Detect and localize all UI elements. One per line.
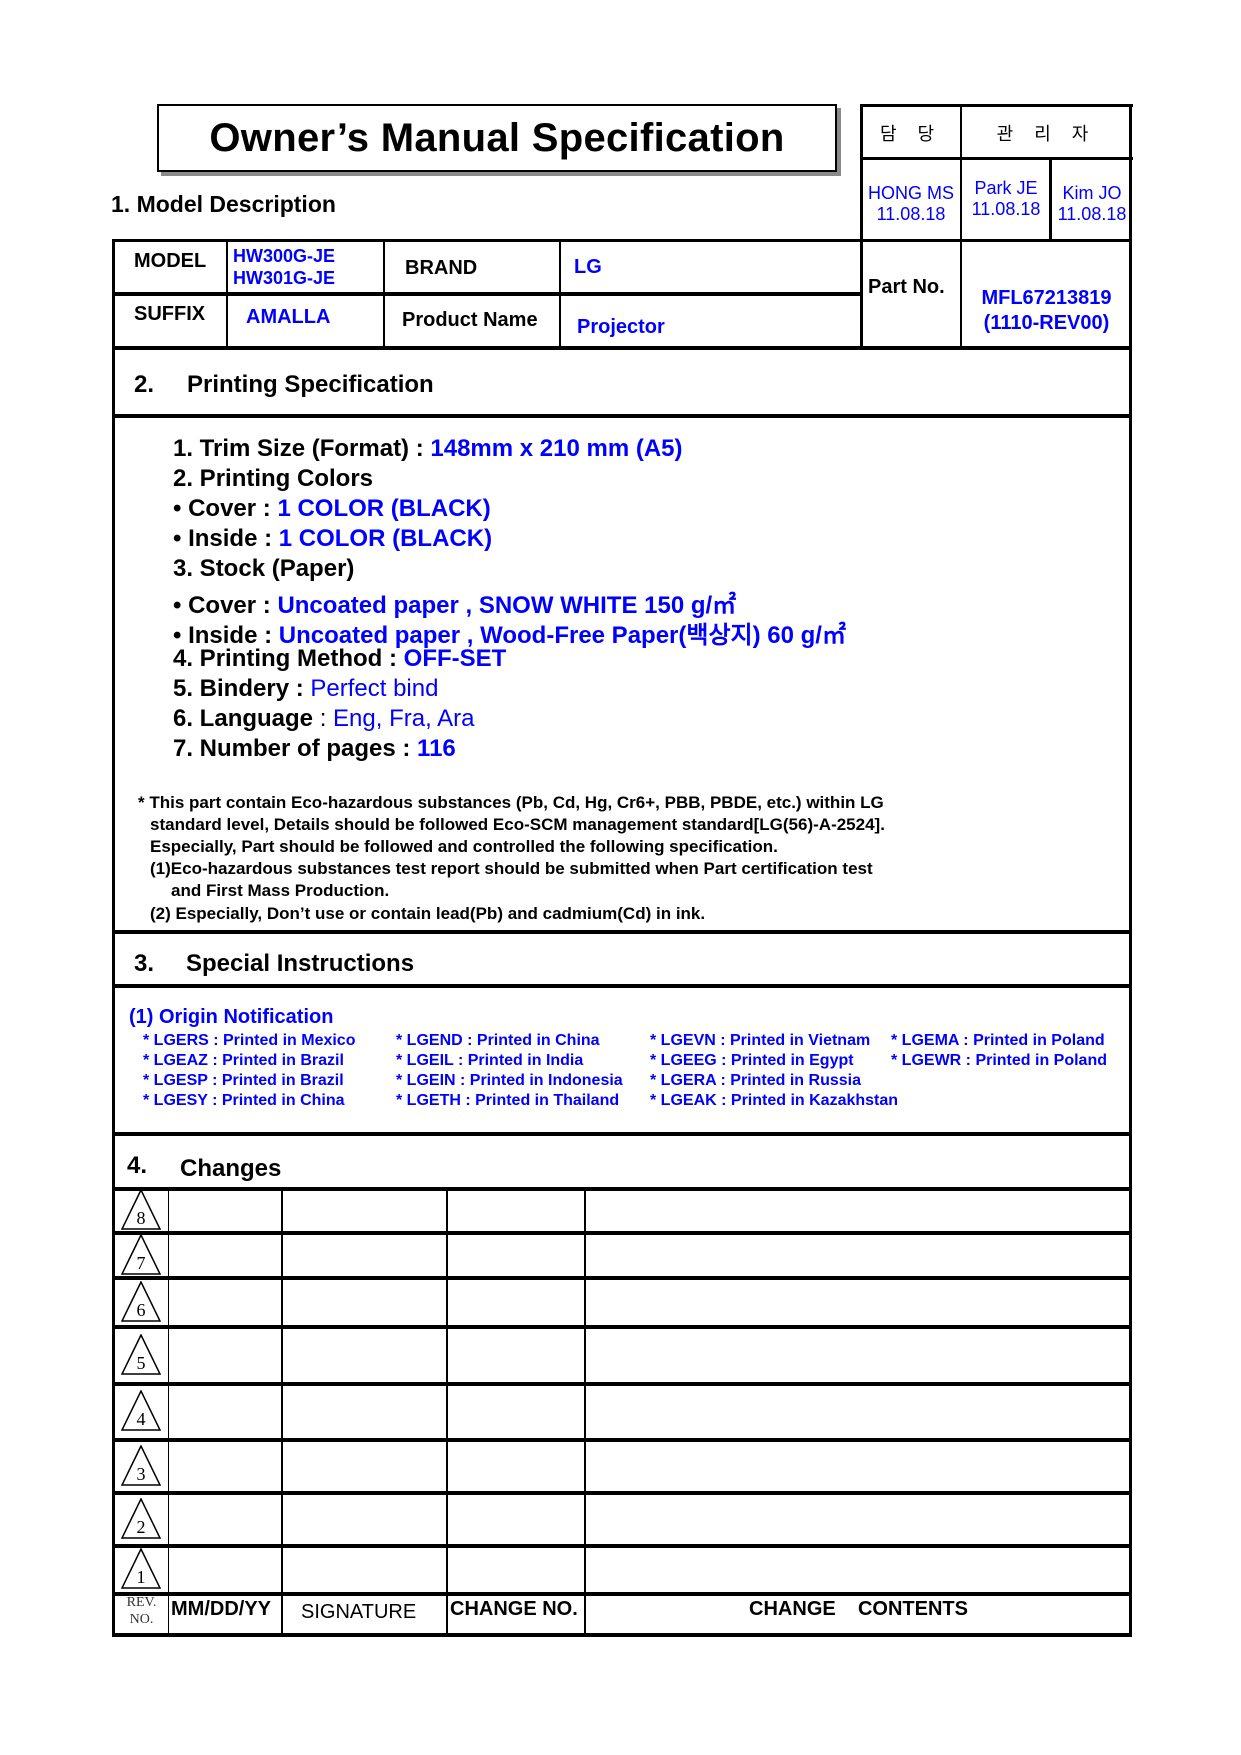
model-values: HW300G-JE HW301G-JE	[233, 246, 336, 288]
signer-kim: Kim JO 11.08.18	[1057, 183, 1127, 224]
part-no-value: MFL67213819 (1110-REV00)	[981, 287, 1112, 334]
revision-triangle-icon: 6	[121, 1280, 161, 1323]
origin-notification-title: (1) Origin Notification	[129, 1006, 334, 1028]
revision-triangle-icon: 3	[121, 1444, 161, 1487]
change-contents-header: CHANGE CONTENTS	[749, 1598, 968, 1620]
product-name-label: Product Name	[402, 309, 538, 331]
signer-hong: HONG MS 11.08.18	[867, 183, 954, 224]
table-rule	[112, 1231, 1132, 1235]
table-rule	[112, 1438, 1132, 1442]
approval-header-manager: 관 리 자	[996, 124, 1097, 144]
svg-text:1: 1	[137, 1567, 146, 1587]
section3-number: 3.	[134, 950, 155, 977]
table-rule	[112, 1382, 1132, 1386]
signature-header: SIGNATURE	[301, 1601, 417, 1623]
spec-printing-colors: 2. Printing Colors	[173, 465, 374, 492]
signer-park: Park JE 11.08.18	[971, 178, 1041, 219]
svg-text:7: 7	[137, 1253, 146, 1273]
svg-text:4: 4	[137, 1409, 146, 1429]
spec-language: 6. Language : Eng, Fra, Ara	[173, 705, 475, 732]
spec-cover-color: • Cover : 1 COLOR (BLACK)	[173, 495, 491, 522]
table-rule	[112, 1187, 1132, 1191]
spec-trim-size: 1. Trim Size (Format) : 148mm x 210 mm (…	[173, 435, 683, 462]
table-rule	[446, 1187, 448, 1635]
spec-stock: 3. Stock (Paper)	[173, 555, 355, 582]
date-header: MM/DD/YY	[171, 1598, 271, 1620]
document-title: Owner’s Manual Specification	[209, 115, 785, 160]
section3-heading: Special Instructions	[186, 950, 415, 977]
section4-number: 4.	[127, 1152, 148, 1179]
table-rule	[112, 1325, 1132, 1329]
revision-triangle-icon: 2	[121, 1497, 161, 1540]
approval-header-charge: 담 당	[879, 124, 943, 144]
spec-bindery: 5. Bindery : Perfect bind	[173, 675, 439, 702]
spec-inside-color: • Inside : 1 COLOR (BLACK)	[173, 525, 493, 552]
svg-text:2: 2	[137, 1517, 146, 1537]
revision-triangle-icon: 8	[121, 1189, 161, 1231]
svg-text:8: 8	[137, 1208, 146, 1228]
table-rule	[112, 1276, 1132, 1280]
table-rule	[112, 1544, 1132, 1548]
change-no-header: CHANGE NO.	[450, 1598, 578, 1620]
table-rule	[584, 1187, 586, 1635]
revision-triangle-icon: 5	[121, 1333, 161, 1376]
svg-text:3: 3	[137, 1464, 146, 1484]
model-label: MODEL	[134, 250, 207, 272]
document-title-box: Owner’s Manual Specification	[157, 104, 837, 172]
spec-printing-method: 4. Printing Method : OFF-SET	[173, 645, 507, 672]
section1-heading: 1. Model Description	[111, 191, 336, 217]
rev-no-header: REV. NO.	[126, 1595, 157, 1627]
section4-heading: Changes	[180, 1155, 282, 1182]
brand-value: LG	[574, 256, 602, 278]
table-rule	[112, 1491, 1132, 1495]
brand-label: BRAND	[405, 257, 478, 279]
spec-number-of-pages: 7. Number of pages : 116	[173, 735, 456, 762]
revision-triangle-icon: 1	[121, 1548, 161, 1590]
suffix-label: SUFFIX	[134, 303, 206, 325]
section2-heading: Printing Specification	[187, 371, 434, 398]
table-rule	[168, 1187, 169, 1635]
section2-number: 2.	[134, 371, 155, 398]
part-no-label: Part No.	[868, 276, 945, 298]
svg-text:5: 5	[137, 1353, 146, 1373]
svg-text:6: 6	[137, 1300, 146, 1320]
suffix-value: AMALLA	[246, 306, 331, 328]
table-rule	[281, 1187, 283, 1635]
table-rule	[112, 1633, 1132, 1637]
product-name-value: Projector	[577, 316, 665, 338]
frame-left	[112, 239, 115, 1636]
table-rule	[112, 1592, 1132, 1596]
revision-triangle-icon: 7	[121, 1233, 161, 1276]
revision-triangle-icon: 4	[121, 1390, 161, 1432]
